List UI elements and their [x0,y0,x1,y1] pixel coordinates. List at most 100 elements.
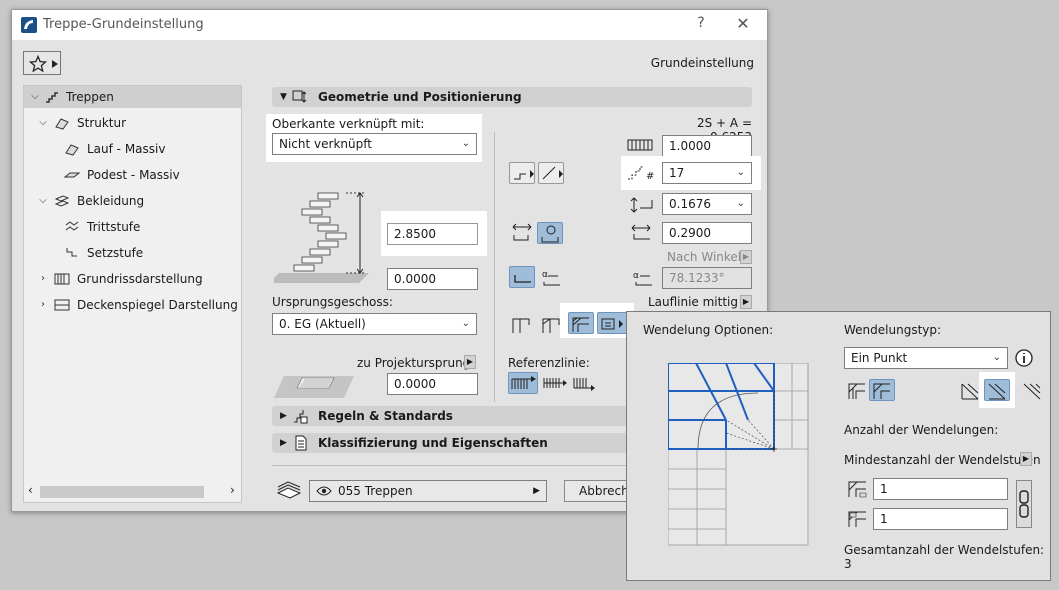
winder-distribution-1-icon[interactable] [846,380,868,402]
layer-dropdown[interactable]: 055 Treppen ▶ [309,480,547,502]
svg-text:α: α [542,270,548,280]
section-geometry-header[interactable]: ▼ Geometrie und Positionierung [272,87,752,107]
slope-angle-icon: α [633,271,652,286]
tree-item-label: Deckenspiegel Darstellung [77,298,238,312]
winder-type-dropdown[interactable]: Ein Punkt ⌄ [844,347,1008,369]
tree-item-struktur[interactable]: ⌵ Struktur [24,112,241,134]
svg-text:#: # [646,171,654,182]
slope-angle-input[interactable]: 78.1233° [662,267,752,289]
riser-count-icon: # [628,166,654,182]
slope-lock-button[interactable] [509,266,535,288]
reference-line-left-button[interactable] [508,372,538,394]
winder-icon [572,317,589,332]
walkline-menu-button[interactable]: ▶ [740,295,752,309]
min-winder-end-input[interactable]: 1 [873,508,1008,530]
scroll-left-icon[interactable]: ‹ [28,483,33,497]
floorplan-icon [54,273,70,285]
settings-tree: ⌵ Treppen ⌵ Struktur Lauf - Massiv Podes… [23,85,242,503]
close-button[interactable]: ✕ [734,14,752,33]
bottom-offset-input[interactable]: 0.0000 [387,268,478,290]
section-title: Klassifizierung und Eigenschaften [318,436,548,450]
tread-icon [65,221,79,231]
winder-options-popup: Wendelung Optionen: Wendelungstyp: Ein P… [626,311,1051,581]
tree-item-bekleidung[interactable]: ⌵ Bekleidung [24,190,241,212]
winder-shape-2-button[interactable] [984,379,1010,401]
riser-count-dropdown[interactable]: 17 ⌄ [662,162,752,184]
project-origin-input[interactable]: 0.0000 [387,373,478,395]
slope-lock-icon [514,275,531,283]
winder-shape-1-icon[interactable] [959,380,981,402]
stair-elevation-illustration [274,192,369,283]
origin-story-dropdown[interactable]: 0. EG (Aktuell) ⌄ [272,313,477,335]
stair-width-input[interactable]: 1.0000 [662,135,752,157]
chevron-right-icon: › [41,273,45,284]
expand-triangle-icon: ▶ [280,438,287,448]
section-title: Geometrie und Positionierung [318,90,522,104]
riser-count-value: 17 [669,166,685,180]
total-winder-steps-label: Gesamtanzahl der Wendelstufen: 3 [844,543,1045,571]
winder-distribution-2-icon [873,383,890,399]
chevron-down-icon: ⌵ [39,117,47,128]
stair-width-icon [627,139,653,151]
chevron-down-icon: ⌄ [736,167,745,178]
winder-distribution-2-button[interactable] [869,379,895,401]
chevron-down-icon: ⌄ [736,198,745,209]
winder-type-button[interactable] [568,312,594,334]
chain-link-icon [1019,490,1029,518]
tree-item-trittstufe[interactable]: Trittstufe [24,216,241,238]
layer-value: 055 Treppen [338,484,413,498]
lock-tread-button[interactable] [537,222,563,244]
chevron-down-icon: ⌄ [461,138,470,149]
origin-story-label: Ursprungsgeschoss: [272,295,393,309]
min-winder-menu-button[interactable]: ▶ [1020,452,1032,466]
reference-center-icon[interactable] [541,372,569,394]
link-values-button[interactable] [1016,480,1032,528]
reference-left-icon [511,376,536,389]
origin-story-value: 0. EG (Aktuell) [279,317,366,331]
help-button[interactable]: ? [693,15,709,31]
stair-variant-1-icon[interactable] [510,315,532,335]
min-winder-start-input[interactable]: 1 [873,478,1008,500]
tree-item-deckenspiegel[interactable]: › Deckenspiegel Darstellung [24,294,241,316]
project-origin-label: zu Projektursprung [357,356,471,370]
favorites-button[interactable] [23,51,61,75]
chevron-right-icon: › [41,299,45,310]
tree-item-grundrissdarstellung[interactable]: › Grundrissdarstellung [24,268,241,290]
angle-mode-menu-button[interactable]: ▶ [740,250,752,264]
flight-icon [65,144,79,156]
reference-right-icon[interactable] [571,372,599,394]
winder-count-label: Anzahl der Wendelungen: [844,423,999,437]
tree-item-treppen[interactable]: ⌵ Treppen [24,86,241,108]
tree-item-label: Grundrissdarstellung [77,272,203,286]
scroll-right-icon[interactable]: › [230,483,235,497]
riser-height-value: 0.1676 [669,197,711,211]
chevron-down-icon: ⌄ [461,318,470,329]
winder-start-icon [848,481,867,498]
winder-options-button[interactable] [597,312,627,334]
horizontal-scrollbar[interactable] [40,486,204,498]
height-input[interactable]: 2.8500 [387,223,478,245]
tree-item-label: Podest - Massiv [87,168,180,182]
riser-height-dropdown[interactable]: 0.1676 ⌄ [662,193,752,215]
expand-triangle-icon: ▶ [280,411,287,421]
angle-mode-label: Nach Winkel [667,250,742,264]
lock-riser-icon[interactable] [510,223,534,243]
collapse-triangle-icon: ▼ [280,92,287,102]
flight-layout-button[interactable] [509,162,535,184]
tree-item-setzstufe[interactable]: Setzstufe [24,242,241,264]
winder-shape-3-icon[interactable] [1021,380,1043,402]
project-origin-menu-button[interactable]: ▶ [464,355,476,369]
stair-variant-2-icon[interactable] [540,315,562,335]
tree-item-podest-massiv[interactable]: Podest - Massiv [24,164,241,186]
info-icon[interactable] [1014,348,1034,368]
svg-text:α: α [633,271,639,281]
tree-item-label: Trittstufe [87,220,141,234]
divider [494,132,495,402]
tree-item-lauf-massiv[interactable]: Lauf - Massiv [24,138,241,160]
riser-height-icon [630,197,653,213]
top-link-dropdown[interactable]: Nicht verknüpft ⌄ [272,133,477,155]
winder-type-value: Ein Punkt [851,351,908,365]
angle-lock-icon[interactable]: α [540,268,564,288]
stair-type-button[interactable] [538,162,564,184]
tread-depth-input[interactable]: 0.2900 [662,222,752,244]
